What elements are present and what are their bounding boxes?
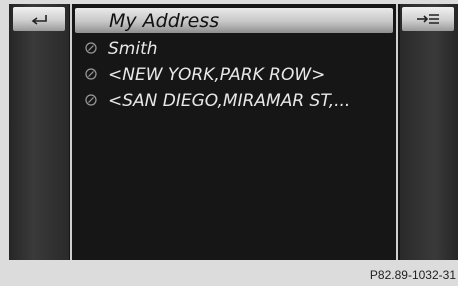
page-title: My Address xyxy=(109,10,220,32)
right-side-panel xyxy=(400,4,458,260)
back-arrow-icon xyxy=(31,15,47,25)
left-side-panel xyxy=(9,4,69,260)
address-entry-icon xyxy=(85,94,97,106)
address-list-item-label: <NEW YORK,PARK ROW> xyxy=(108,65,326,85)
address-list-item[interactable]: <SAN DIEGO,MIRAMAR ST,... xyxy=(75,88,395,114)
back-button[interactable] xyxy=(13,7,65,31)
address-list-item-label: Smith xyxy=(108,39,158,59)
right-divider xyxy=(396,4,398,260)
address-list: Smith <NEW YORK,PARK ROW> <SAN DIEGO,MIR… xyxy=(75,36,395,114)
address-list-item-label: <SAN DIEGO,MIRAMAR ST,... xyxy=(108,91,351,111)
figure-reference-code: P82.89-1032-31 xyxy=(369,268,456,282)
options-menu-icon xyxy=(417,14,439,24)
manual-figure: My Address Smith <NEW YORK,PARK ROW> <SA… xyxy=(0,0,458,286)
address-list-item[interactable]: Smith xyxy=(75,36,395,62)
address-entry-icon xyxy=(85,42,97,54)
options-button[interactable] xyxy=(402,7,454,31)
title-bar: My Address xyxy=(75,8,393,33)
left-divider xyxy=(70,4,72,260)
address-list-item[interactable]: <NEW YORK,PARK ROW> xyxy=(75,62,395,88)
address-entry-icon xyxy=(85,68,97,80)
head-unit-display: My Address Smith <NEW YORK,PARK ROW> <SA… xyxy=(9,4,458,260)
